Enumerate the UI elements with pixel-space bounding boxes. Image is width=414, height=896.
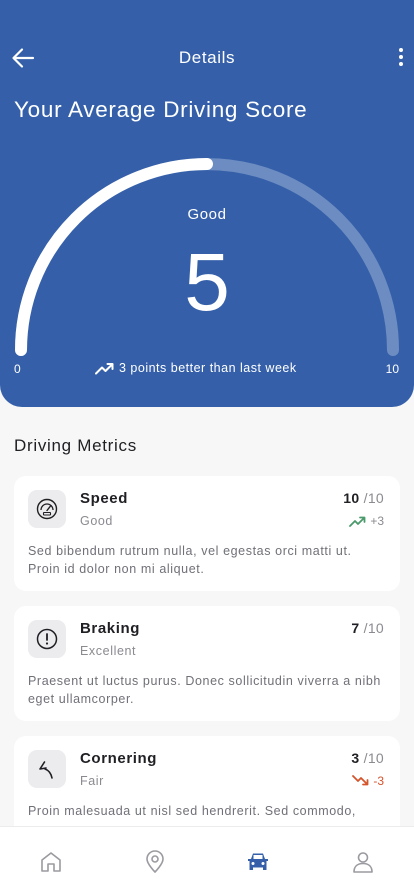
gauge-max-label: 10 bbox=[385, 362, 399, 376]
top-bar: Details bbox=[0, 38, 414, 78]
metric-score-max: /10 bbox=[363, 620, 384, 636]
metric-score: 10 /10 bbox=[343, 490, 384, 506]
metric-delta: -3 bbox=[352, 774, 384, 788]
metric-score-value: 3 bbox=[351, 750, 360, 766]
metric-score: 7 /10 bbox=[351, 620, 384, 636]
location-pin-icon[interactable] bbox=[142, 849, 168, 875]
metric-icon-box bbox=[28, 490, 66, 528]
metric-score-max: /10 bbox=[363, 490, 384, 506]
metric-score: 3 /10 bbox=[351, 750, 384, 766]
gauge-min-label: 0 bbox=[14, 362, 21, 376]
metric-icon-box bbox=[28, 620, 66, 658]
page-title: Details bbox=[178, 48, 236, 67]
more-vertical-icon[interactable] bbox=[394, 44, 408, 72]
metric-description: Proin malesuada ut nisl sed hendrerit. S… bbox=[28, 804, 356, 818]
trend-summary: 3 points better than last week bbox=[95, 361, 297, 375]
home-icon[interactable] bbox=[38, 849, 64, 875]
bottom-navigation bbox=[0, 826, 414, 896]
trending-up-icon bbox=[349, 516, 366, 527]
score-header-panel: Details Your Average Driving Score Good … bbox=[0, 0, 414, 407]
trending-up-icon bbox=[95, 363, 114, 375]
car-icon[interactable] bbox=[245, 849, 271, 875]
alert-circle-icon bbox=[36, 628, 58, 650]
score-heading: Your Average Driving Score bbox=[14, 97, 308, 122]
metric-card-braking[interactable]: Braking Excellent 7 /10 Praesent ut luct… bbox=[14, 606, 400, 721]
metric-score-max: /10 bbox=[363, 750, 384, 766]
metric-rating: Good bbox=[80, 514, 113, 528]
metric-description: Praesent ut luctus purus. Donec sollicit… bbox=[28, 674, 381, 706]
metric-name: Cornering bbox=[80, 750, 158, 767]
speedometer-icon bbox=[36, 498, 58, 520]
metric-rating: Fair bbox=[80, 774, 104, 788]
trending-down-icon bbox=[352, 775, 369, 786]
metric-name: Speed bbox=[80, 490, 129, 507]
metric-description: Sed bibendum rutrum nulla, vel egestas o… bbox=[28, 544, 352, 576]
score-rating: Good bbox=[187, 206, 227, 223]
trend-text: 3 points better than last week bbox=[119, 361, 297, 375]
metric-rating: Excellent bbox=[80, 644, 137, 658]
metric-delta-value: +3 bbox=[370, 514, 384, 528]
metric-icon-box bbox=[28, 750, 66, 788]
score-value: 5 bbox=[184, 237, 230, 328]
metrics-section-title: Driving Metrics bbox=[14, 436, 137, 455]
user-icon[interactable] bbox=[350, 849, 376, 875]
metric-delta-value: -3 bbox=[373, 774, 384, 788]
metric-score-value: 7 bbox=[351, 620, 360, 636]
metric-card-speed[interactable]: Speed Good 10 /10 +3 Sed bibendum rutrum… bbox=[14, 476, 400, 591]
metric-score-value: 10 bbox=[343, 490, 360, 506]
metric-delta: +3 bbox=[349, 514, 384, 528]
turn-arrow-icon bbox=[39, 761, 53, 779]
metric-name: Braking bbox=[80, 620, 141, 637]
